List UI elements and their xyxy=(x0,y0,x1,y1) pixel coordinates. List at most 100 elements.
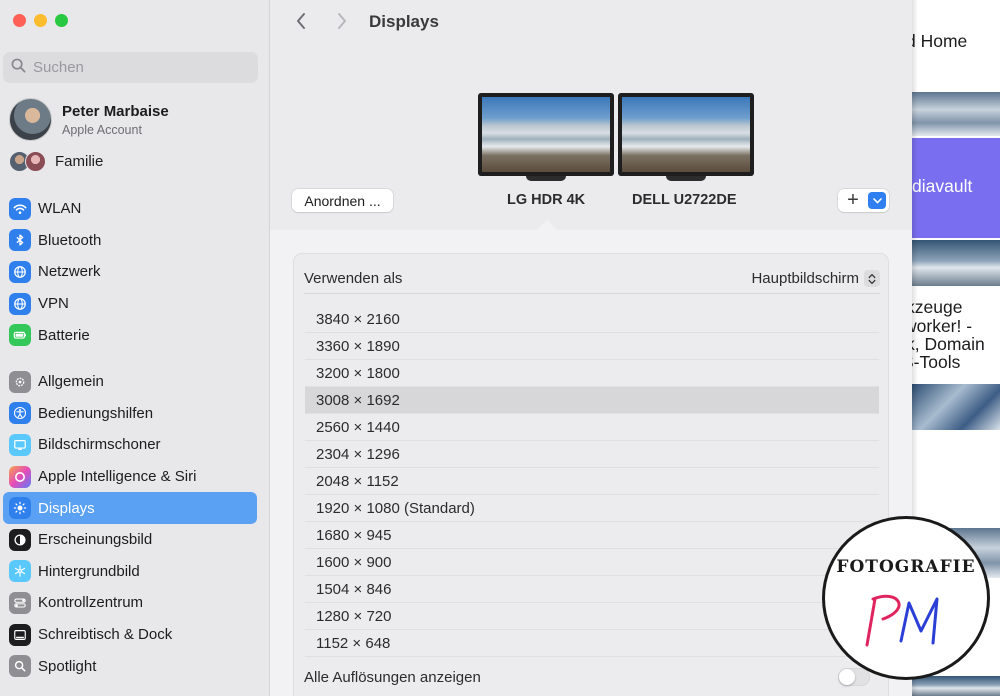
sidebar-item-label: Erscheinungsbild xyxy=(38,531,153,549)
sidebar-item-erscheinungsbild[interactable]: Erscheinungsbild xyxy=(3,524,257,556)
vpn-globe-icon xyxy=(9,292,31,315)
sidebar-item-label: Bluetooth xyxy=(38,231,102,249)
globe-icon xyxy=(9,260,31,283)
resolution-option[interactable]: 1504 × 846 xyxy=(305,576,879,603)
sidebar-item-label: Allgemein xyxy=(38,373,104,391)
chevron-left-icon xyxy=(297,13,305,29)
siri-icon xyxy=(9,465,31,488)
resolution-option[interactable]: 1680 × 945 xyxy=(305,522,879,549)
use-as-select[interactable]: Hauptbildschirm xyxy=(751,270,880,287)
resolution-option[interactable]: 2560 × 1440 xyxy=(305,414,879,441)
monitor-dell-u2722de[interactable] xyxy=(618,93,754,181)
sidebar-item-hintergrundbild[interactable]: Hintergrundbild xyxy=(3,556,257,588)
sidebar-item-displays[interactable]: Displays xyxy=(3,492,257,524)
sidebar-item-label: Kontrollzentrum xyxy=(38,594,144,612)
monitor-wallpaper xyxy=(622,97,750,172)
resolution-list: 3840 × 2160 3360 × 1890 3200 × 1800 3008… xyxy=(305,306,879,657)
family-avatar xyxy=(25,151,46,172)
add-display-button[interactable]: + xyxy=(838,189,889,212)
plus-icon: + xyxy=(847,189,859,211)
screensaver-icon xyxy=(9,433,31,456)
resolution-option-selected[interactable]: 3008 × 1692 xyxy=(305,387,879,414)
sidebar-item-schreibtisch-dock[interactable]: Schreibtisch & Dock xyxy=(3,619,257,651)
search-input[interactable]: Suchen xyxy=(3,52,258,83)
sidebar-item-label: Apple Intelligence & Siri xyxy=(38,468,197,486)
family-label: Familie xyxy=(55,153,104,170)
sidebar-item-label: Displays xyxy=(38,499,95,517)
use-as-value: Hauptbildschirm xyxy=(751,270,859,287)
sidebar-item-label: Hintergrundbild xyxy=(38,562,140,580)
monitor-wallpaper xyxy=(482,97,610,172)
monitor-lg-hdr-4k[interactable] xyxy=(478,93,614,181)
display-settings-card: Verwenden als Hauptbildschirm 3840 × 216… xyxy=(293,253,889,696)
sidebar-item-netzwerk[interactable]: Netzwerk xyxy=(3,256,257,288)
resolution-option[interactable]: 3360 × 1890 xyxy=(305,333,879,360)
maximize-window-button[interactable] xyxy=(55,14,68,27)
background-image xyxy=(912,384,1000,430)
sidebar-item-label: Netzwerk xyxy=(38,263,101,281)
resolution-option[interactable]: 1600 × 900 xyxy=(305,549,879,576)
apple-account[interactable]: Peter Marbaise Apple Account xyxy=(9,98,169,141)
window-controls xyxy=(13,14,68,27)
search-icon xyxy=(11,58,26,78)
background-text: kzeuge xyxy=(912,297,963,317)
sidebar-item-bedienungshilfen[interactable]: Bedienungshilfen xyxy=(3,398,257,430)
back-button[interactable] xyxy=(289,9,313,33)
sidebar-item-label: Bedienungshilfen xyxy=(38,404,154,422)
background-image xyxy=(912,676,1000,696)
monitor-label: LG HDR 4K xyxy=(507,192,586,208)
arrange-button[interactable]: Anordnen ... xyxy=(292,189,393,212)
sidebar-item-wlan[interactable]: WLAN xyxy=(3,193,257,225)
sidebar-group-system: Allgemein Bedienungshilfen Bildschirmsch… xyxy=(3,366,257,682)
resolution-option[interactable]: 1920 × 1080 (Standard) xyxy=(305,495,879,522)
background-text: d Home xyxy=(912,31,968,51)
resolution-option[interactable]: 2048 × 1152 xyxy=(305,468,879,495)
search-placeholder: Suchen xyxy=(33,59,84,76)
battery-icon xyxy=(9,324,31,347)
resolution-option[interactable]: 1152 × 648 xyxy=(305,630,879,657)
sidebar-item-batterie[interactable]: Batterie xyxy=(3,319,257,351)
accessibility-icon xyxy=(9,402,31,425)
show-all-resolutions-row: Alle Auflösungen anzeigen xyxy=(304,664,880,690)
watermark-logo: FOTOGRAFIE xyxy=(822,516,990,680)
use-as-label: Verwenden als xyxy=(304,270,403,287)
resolution-option[interactable]: 3840 × 2160 xyxy=(305,306,879,333)
monitor-label: DELL U2722DE xyxy=(632,192,737,208)
close-window-button[interactable] xyxy=(13,14,26,27)
magnifier-icon xyxy=(9,655,31,678)
show-all-resolutions-label: Alle Auflösungen anzeigen xyxy=(304,668,481,686)
sidebar-item-label: VPN xyxy=(38,295,69,313)
toggles-icon xyxy=(9,591,31,614)
minimize-window-button[interactable] xyxy=(34,14,47,27)
sun-icon xyxy=(9,497,31,520)
sidebar-item-kontrollzentrum[interactable]: Kontrollzentrum xyxy=(3,587,257,619)
account-subtitle: Apple Account xyxy=(62,122,142,137)
sidebar-item-allgemein[interactable]: Allgemein xyxy=(3,366,257,398)
forward-button[interactable] xyxy=(330,9,354,33)
chevron-right-icon xyxy=(338,13,346,29)
background-image xyxy=(912,92,1000,136)
sidebar-item-label: WLAN xyxy=(38,200,82,218)
background-image xyxy=(912,240,1000,286)
sidebar-item-bildschirmschoner[interactable]: Bildschirmschoner xyxy=(3,429,257,461)
resolution-option[interactable]: 3200 × 1800 xyxy=(305,360,879,387)
resolution-option[interactable]: 1280 × 720 xyxy=(305,603,879,630)
watermark-text: FOTOGRAFIE xyxy=(836,557,976,577)
account-name: Peter Marbaise xyxy=(62,102,169,120)
sidebar-item-spotlight[interactable]: Spotlight xyxy=(3,650,257,682)
monitor-stand xyxy=(526,176,566,181)
snowflake-icon xyxy=(9,560,31,583)
resolution-option[interactable]: 2304 × 1296 xyxy=(305,441,879,468)
bluetooth-icon xyxy=(9,229,31,252)
background-banner: diavault xyxy=(912,138,1000,238)
family-item[interactable]: Familie xyxy=(9,151,103,172)
dock-icon xyxy=(9,623,31,646)
sidebar-item-vpn[interactable]: VPN xyxy=(3,288,257,320)
sidebar-item-bluetooth[interactable]: Bluetooth xyxy=(3,225,257,257)
chevron-down-icon[interactable] xyxy=(868,192,886,209)
sidebar: Suchen Peter Marbaise Apple Account Fami… xyxy=(0,0,270,696)
background-text: S-Tools xyxy=(912,352,961,372)
show-all-resolutions-toggle[interactable] xyxy=(838,668,870,686)
sidebar-item-apple-intelligence-siri[interactable]: Apple Intelligence & Siri xyxy=(3,461,257,493)
chevron-up-down-icon xyxy=(864,270,880,287)
